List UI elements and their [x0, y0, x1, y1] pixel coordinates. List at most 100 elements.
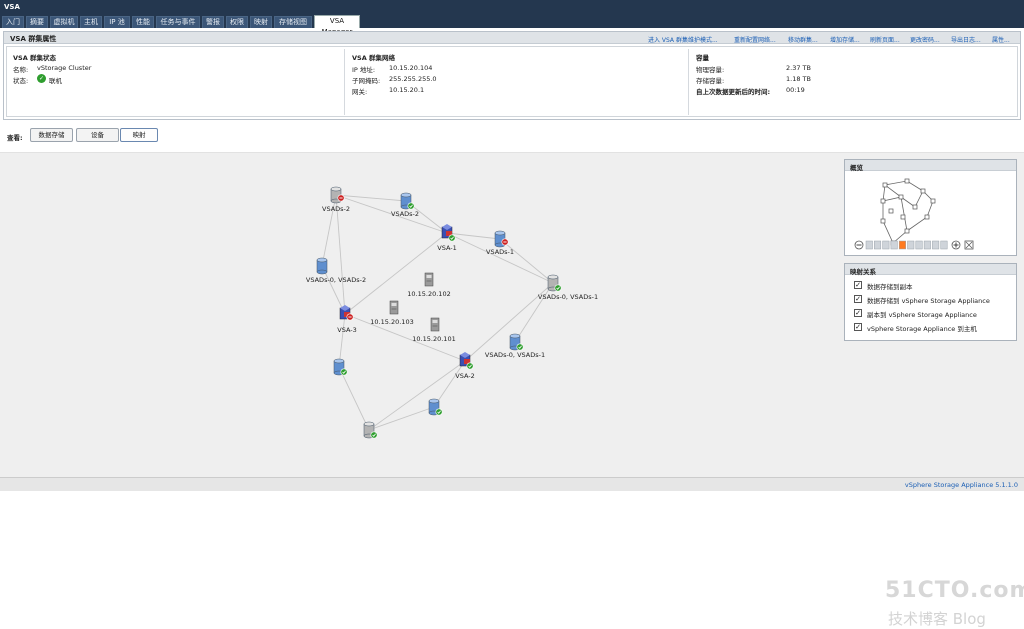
zoom-level-tick[interactable]: [923, 240, 931, 250]
tab-vsa-manager[interactable]: VSA Manager: [314, 15, 360, 36]
map-node-n1[interactable]: VSADs-2: [322, 186, 350, 213]
zoom-level-tick[interactable]: [874, 240, 882, 250]
zoom-level-tick[interactable]: [882, 240, 890, 250]
tab-alarms[interactable]: 警报: [202, 16, 224, 28]
map-node-label: 10.15.20.102: [407, 290, 450, 298]
zoom-slider[interactable]: [854, 240, 864, 250]
gateway-label: 网关:: [352, 88, 368, 96]
tab-maps[interactable]: 映射: [250, 16, 272, 28]
replica-to-appliance-checkbox[interactable]: ✓: [854, 309, 862, 317]
export-logs-link[interactable]: 导出日志...: [951, 35, 981, 44]
tab-storage-views[interactable]: 存储视图: [274, 16, 312, 28]
ok-check-icon: [370, 431, 378, 439]
ok-check-icon: [466, 362, 474, 370]
minimap-inner-path: [884, 184, 924, 208]
properties-link[interactable]: 属性...: [992, 35, 1010, 44]
tab-ip-pools[interactable]: IP 池: [104, 16, 130, 28]
mask-value: 255.255.255.0: [389, 75, 437, 83]
datastore-to-appliance-checkbox[interactable]: ✓: [854, 295, 862, 303]
appliance-to-host-checkbox[interactable]: ✓: [854, 323, 862, 331]
reconfigure-network-link[interactable]: 重新配置网络...: [734, 35, 776, 44]
map-view-button[interactable]: 映射: [120, 128, 158, 142]
map-node-n4[interactable]: VSADs-1: [486, 230, 514, 256]
move-cluster-link[interactable]: 移动群集...: [788, 35, 818, 44]
map-node-label: VSADs-1: [486, 248, 514, 256]
datastore-icon-top: [428, 398, 440, 404]
minimap-node: [880, 218, 886, 224]
add-storage-link[interactable]: 增加存储...: [830, 35, 860, 44]
datastore-icon-top: [400, 192, 412, 198]
map-edge: [368, 406, 435, 431]
physical-capacity-row: 物理容量: 2.37 TB: [696, 64, 811, 74]
mask-label: 子网掩码:: [352, 77, 381, 85]
datastore-icon-base: [316, 269, 328, 275]
cluster-status-label: 状态:: [13, 77, 29, 85]
datastore-to-replica-checkbox[interactable]: ✓: [854, 281, 862, 289]
zoom-level-tick[interactable]: [865, 240, 873, 250]
map-node-n15[interactable]: [363, 421, 378, 439]
zoom-level-tick[interactable]: [890, 240, 898, 250]
last-update-value: 00:19: [786, 86, 805, 94]
map-node-n6[interactable]: 10.15.20.102: [407, 272, 451, 298]
tab-virtual-machines[interactable]: 虚拟机: [50, 16, 78, 28]
map-node-label: VSADs-2: [322, 205, 350, 213]
properties-title: VSA 群集属性: [10, 35, 57, 43]
zoom-ticks: [865, 240, 948, 250]
change-password-link[interactable]: 更改密码...: [910, 35, 940, 44]
minimap-node: [920, 188, 926, 194]
zoom-level-tick[interactable]: [940, 240, 948, 250]
map-edge: [338, 366, 370, 431]
datastore-to-appliance-label: 数据存储到 vSphere Storage Appliance: [867, 297, 990, 305]
map-node-n10[interactable]: 10.15.20.101: [412, 317, 456, 343]
zoom-level-tick[interactable]: [907, 240, 915, 250]
version-link[interactable]: vSphere Storage Appliance 5.1.1.0: [905, 481, 1018, 489]
map-node-label: VSADs-2: [391, 210, 419, 218]
overview-minimap[interactable]: [845, 171, 1016, 255]
zoom-level-tick[interactable]: [898, 240, 906, 250]
cluster-name-value: vStorage Cluster: [37, 64, 92, 72]
tab-summary[interactable]: 摘要: [26, 16, 48, 28]
datastore-icon-top: [363, 421, 375, 427]
datastores-view-button[interactable]: 数据存储: [30, 128, 73, 142]
section-divider: [344, 49, 345, 115]
ip-row: IP 地址: 10.15.20.104: [352, 64, 432, 74]
minimap-node: [904, 178, 910, 184]
status-bar: vSphere Storage Appliance 5.1.1.0: [0, 477, 1024, 491]
enter-maintenance-link[interactable]: 进入 VSA 群集维护模式...: [648, 35, 718, 44]
storage-capacity-row: 存储容量: 1.18 TB: [696, 75, 811, 85]
map-node-n5[interactable]: VSADs-0, VSADs-2: [306, 257, 366, 284]
minimap-node: [912, 204, 918, 210]
map-node-label: 10.15.20.103: [370, 318, 413, 326]
map-node-n9[interactable]: 10.15.20.103: [370, 300, 414, 326]
map-node-n13[interactable]: [333, 358, 348, 376]
map-canvas: VSADs-2 VSADs-2 VSA-1 VSADs-1 VSADs-0, VSADs…: [0, 152, 1024, 628]
map-node-label: 10.15.20.101: [412, 335, 455, 343]
zoom-level-tick[interactable]: [915, 240, 923, 250]
datastore-icon-top: [494, 230, 506, 236]
appliances-view-button[interactable]: 设备: [76, 128, 119, 142]
map-node-n8[interactable]: VSA-3: [337, 305, 357, 334]
topology-map[interactable]: VSADs-2 VSADs-2 VSA-1 VSADs-1 VSADs-0, VSADs…: [0, 153, 840, 478]
map-node-n11[interactable]: VSADs-0, VSADs-1: [485, 333, 545, 359]
gateway-value: 10.15.20.1: [389, 86, 425, 94]
map-edge: [368, 360, 466, 431]
tab-permissions[interactable]: 权限: [226, 16, 248, 28]
tab-performance[interactable]: 性能: [132, 16, 154, 28]
map-node-n14[interactable]: [428, 398, 443, 416]
zoom-level-tick[interactable]: [932, 240, 940, 250]
refresh-page-link[interactable]: 刷新页面...: [870, 35, 900, 44]
mask-row: 子网掩码: 255.255.255.0: [352, 75, 437, 85]
view-bar: 查看: 数据存储 设备 映射: [0, 122, 1024, 152]
cluster-name-row: 名称: vStorage Cluster: [13, 64, 91, 74]
fit-to-window-icon[interactable]: [964, 240, 974, 250]
tab-hosts[interactable]: 主机: [80, 16, 102, 28]
map-node-n2[interactable]: VSADs-2: [391, 192, 419, 218]
tab-tasks-events[interactable]: 任务与事件: [156, 16, 200, 28]
map-nodes: VSADs-2 VSADs-2 VSA-1 VSADs-1 VSADs-0, VSADs…: [306, 186, 598, 439]
zoom-in-control[interactable]: [951, 240, 961, 250]
map-node-label: VSADs-0, VSADs-2: [306, 276, 366, 284]
tab-getting-started[interactable]: 入门: [2, 16, 24, 28]
ip-label: IP 地址:: [352, 66, 376, 74]
server-icon: [424, 272, 434, 287]
gateway-row: 网关: 10.15.20.1: [352, 86, 424, 96]
